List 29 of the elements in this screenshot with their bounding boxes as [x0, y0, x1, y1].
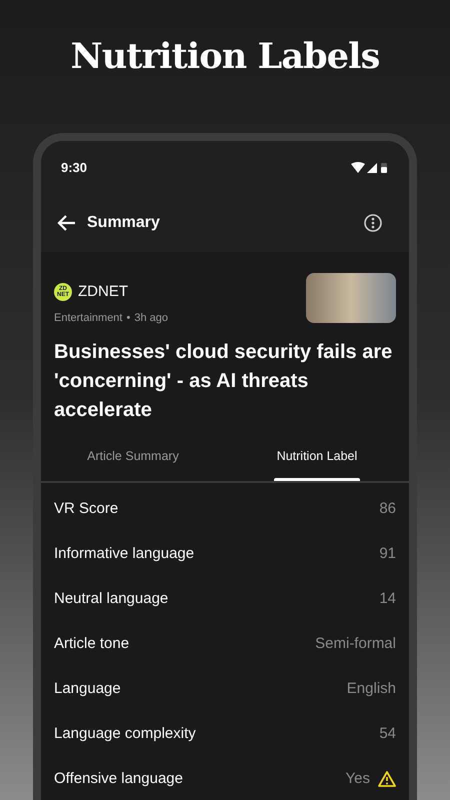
page-title: Nutrition Labels — [70, 35, 380, 80]
status-icons — [351, 162, 389, 174]
metric-label: Informative language — [54, 544, 194, 564]
source-name: ZDNET — [78, 282, 128, 302]
tab[interactable]: Nutrition Label — [225, 439, 409, 481]
metric-label: Article tone — [54, 634, 130, 654]
metric-value: 91 — [379, 544, 396, 564]
metric-label: Language — [54, 679, 121, 699]
back-arrow-icon — [57, 212, 77, 232]
metric-value: 54 — [379, 724, 396, 744]
more-options-button[interactable] — [363, 212, 383, 232]
more-options-icon — [364, 214, 382, 232]
separator-dot: • — [126, 310, 130, 326]
metric-value: Semi-formal — [315, 634, 396, 654]
metric-value: English — [346, 679, 396, 699]
article-age: 3h ago — [134, 310, 168, 326]
app-bar-title: Summary — [87, 212, 160, 232]
article-category: Entertainment — [54, 310, 122, 326]
metric-label: Neutral language — [54, 589, 168, 609]
tab[interactable]: Article Summary — [41, 439, 225, 481]
status-time: 9:30 — [61, 159, 88, 178]
metric-label: Offensive language — [54, 769, 183, 789]
metric-label: Language complexity — [54, 724, 196, 744]
metric-label: VR Score — [54, 499, 118, 519]
metric-value: Yes — [346, 769, 370, 789]
metric-value: 86 — [379, 499, 396, 519]
metric-value: 14 — [379, 589, 396, 609]
warning-icon — [378, 771, 396, 788]
article-headline: Businesses' cloud security fails are 'concerning' - as AI threats accelerate — [54, 340, 394, 423]
